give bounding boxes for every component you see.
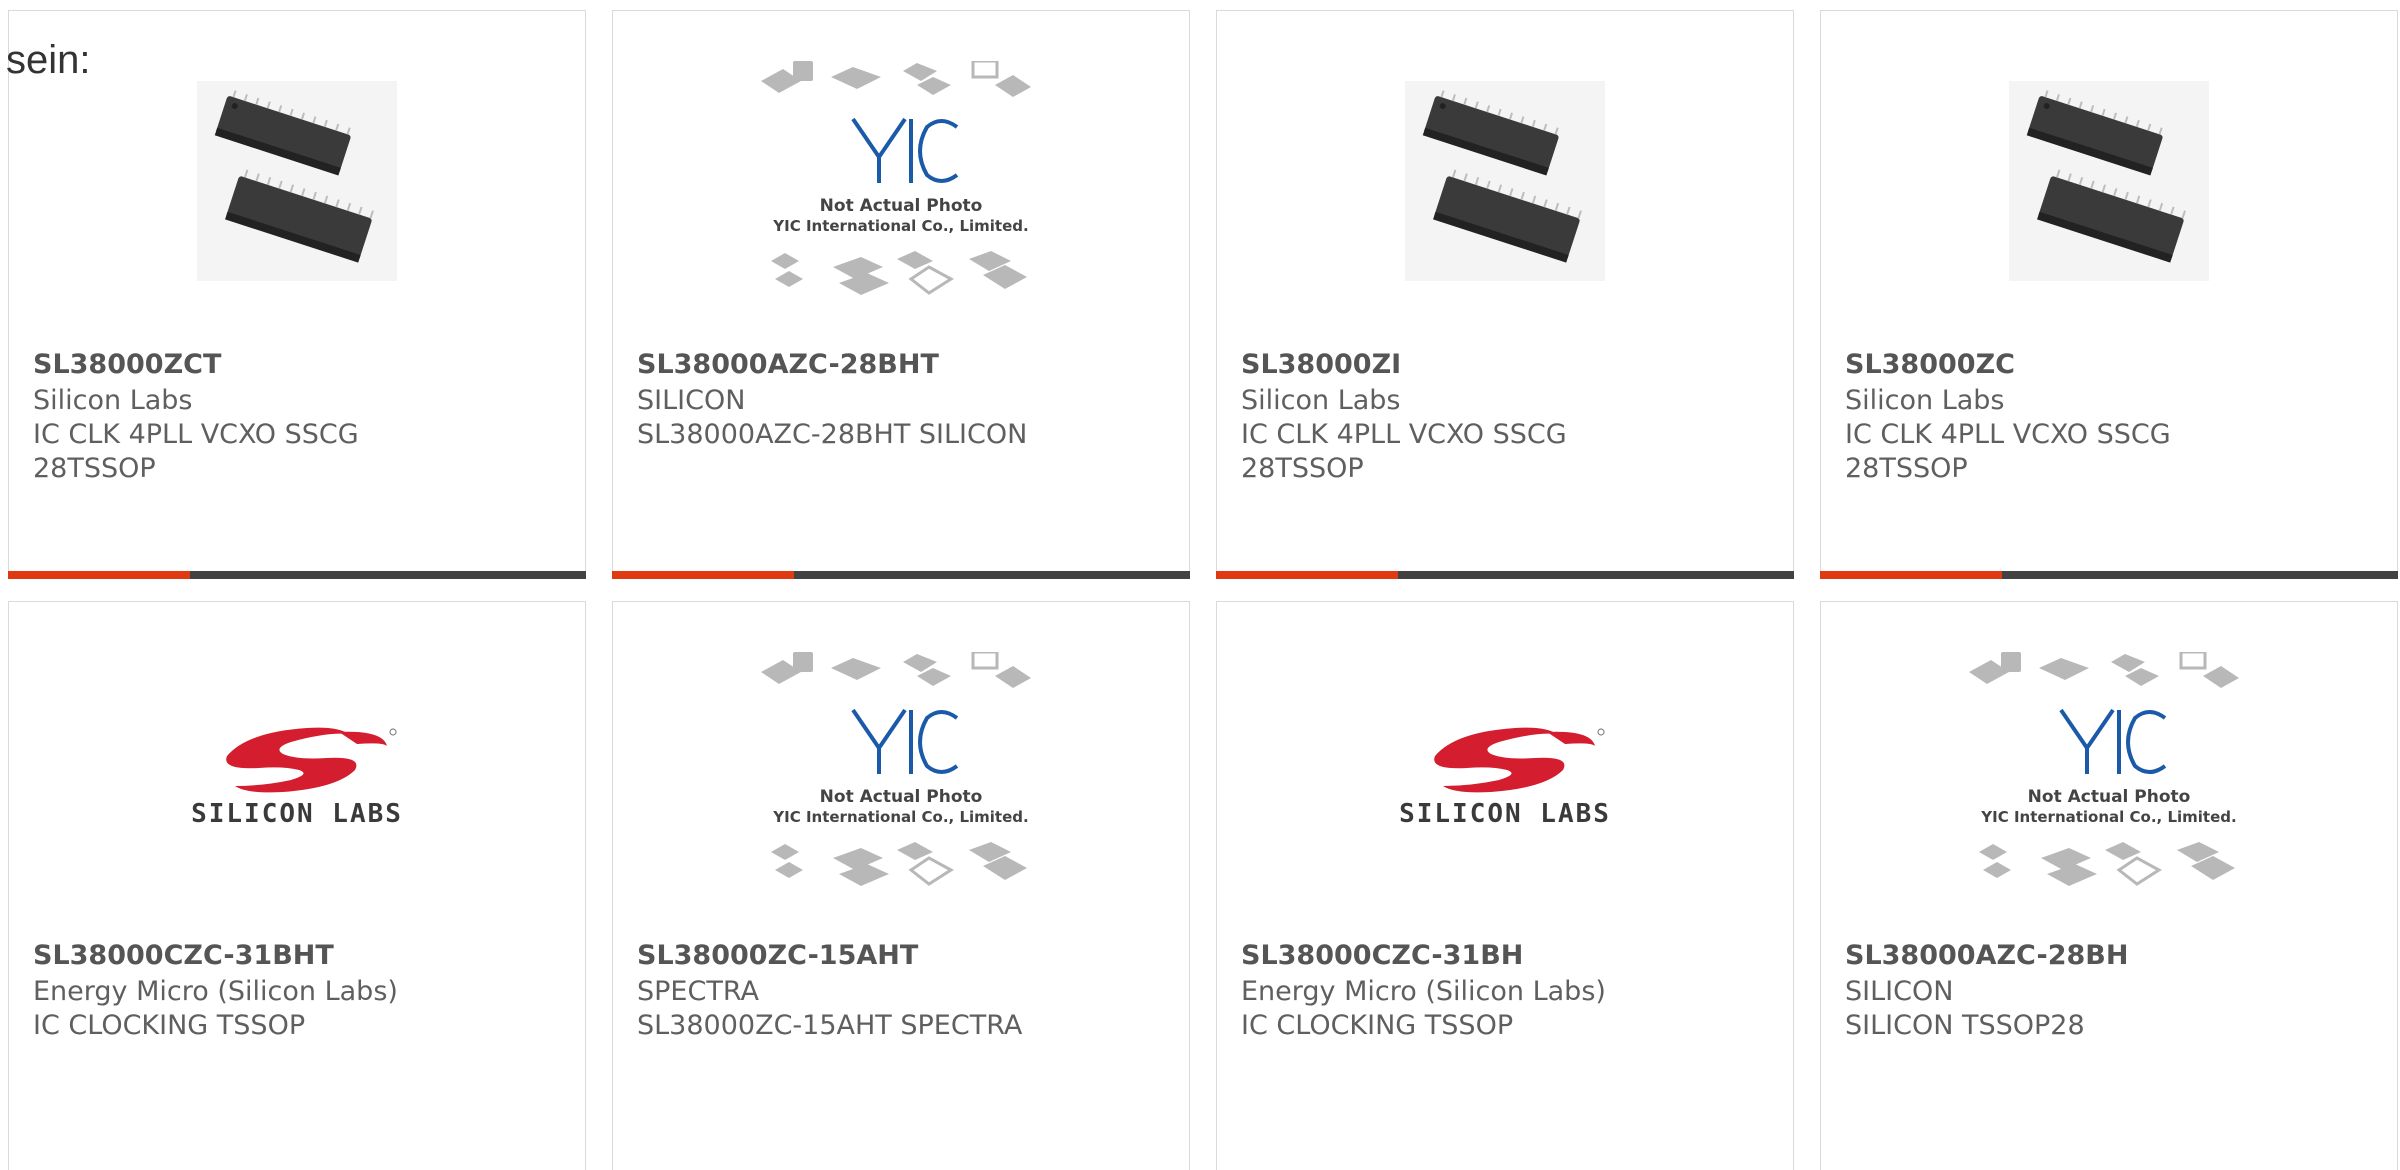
yic-text-1: Not Actual Photo [2028,787,2191,807]
yic-text-2: YIC International Co., Limited. [1980,808,2236,826]
yic-placeholder-icon: Not Actual Photo YIC International Co., … [761,61,1031,295]
product-info: SL38000CZC-31BH Energy Micro (Silicon La… [1241,940,1773,1043]
silicon-labs-text: SILICON LABS [191,799,403,829]
product-card[interactable]: SL38000ZI Silicon Labs IC CLK 4PLL VCXO … [1216,10,1794,579]
product-card[interactable]: Not Actual Photo YIC International Co., … [612,10,1190,579]
product-card[interactable]: SL38000ZCT Silicon Labs IC CLK 4PLL VCXO… [8,10,586,579]
manufacturer: Silicon Labs [1845,385,2005,416]
product-card[interactable]: SILICON LABS SL38000CZC-31BHT Energy Mic… [8,601,586,1170]
product-image[interactable]: SILICON LABS [1217,662,1793,882]
chip-photo-icon [2009,81,2209,281]
description-line-2: 28TSSOP [1845,453,1968,484]
yic-placeholder-icon: Not Actual Photo YIC International Co., … [1969,652,2239,886]
product-image[interactable]: Not Actual Photo YIC International Co., … [613,652,1189,886]
yic-placeholder-icon: Not Actual Photo YIC International Co., … [761,652,1031,886]
product-grid: SL38000ZCT Silicon Labs IC CLK 4PLL VCXO… [8,10,2398,1170]
description: IC CLK 4PLL VCXO SSCG [1241,419,1567,450]
product-info: SL38000ZCT Silicon Labs IC CLK 4PLL VCXO… [33,349,565,486]
product-image[interactable] [1217,71,1793,291]
product-card[interactable]: Not Actual Photo YIC International Co., … [612,601,1190,1170]
product-image[interactable]: SILICON LABS [9,662,585,882]
yic-text-2: YIC International Co., Limited. [772,808,1028,826]
product-image[interactable]: Not Actual Photo YIC International Co., … [613,61,1189,295]
silicon-labs-logo-icon: SILICON LABS [1399,727,1611,829]
manufacturer: Silicon Labs [33,385,193,416]
card-accent-bar [1820,571,2398,579]
product-image[interactable] [1821,71,2397,291]
part-number-link[interactable]: SL38000CZC-31BH [1241,940,1773,971]
manufacturer: Energy Micro (Silicon Labs) [33,976,398,1007]
silicon-labs-logo-icon: SILICON LABS [191,727,403,829]
product-info: SL38000ZI Silicon Labs IC CLK 4PLL VCXO … [1241,349,1773,486]
description: IC CLK 4PLL VCXO SSCG [1845,419,2171,450]
silicon-labs-text: SILICON LABS [1399,799,1611,829]
description-line-2: 28TSSOP [33,453,156,484]
product-info: SL38000CZC-31BHT Energy Micro (Silicon L… [33,940,565,1043]
product-info: SL38000ZC Silicon Labs IC CLK 4PLL VCXO … [1845,349,2377,486]
description: IC CLOCKING TSSOP [1241,1010,1514,1041]
manufacturer: SPECTRA [637,976,759,1007]
part-number-link[interactable]: SL38000AZC-28BH [1845,940,2377,971]
product-card[interactable]: SL38000ZC Silicon Labs IC CLK 4PLL VCXO … [1820,10,2398,579]
yic-text-2: YIC International Co., Limited. [772,217,1028,235]
description: SL38000ZC-15AHT SPECTRA [637,1010,1023,1041]
part-number-link[interactable]: SL38000ZI [1241,349,1773,380]
manufacturer: SILICON [637,385,746,416]
manufacturer: Energy Micro (Silicon Labs) [1241,976,1606,1007]
product-image[interactable]: Not Actual Photo YIC International Co., … [1821,652,2397,886]
yic-text-1: Not Actual Photo [820,787,983,807]
manufacturer: Silicon Labs [1241,385,1401,416]
product-card[interactable]: SILICON LABS SL38000CZC-31BH Energy Micr… [1216,601,1794,1170]
part-number-link[interactable]: SL38000CZC-31BHT [33,940,565,971]
part-number-link[interactable]: SL38000ZCT [33,349,565,380]
card-accent-bar [612,571,1190,579]
card-accent-bar [8,571,586,579]
chip-photo-icon [1405,81,1605,281]
manufacturer: SILICON [1845,976,1954,1007]
part-number-link[interactable]: SL38000ZC [1845,349,2377,380]
part-number-link[interactable]: SL38000AZC-28BHT [637,349,1169,380]
card-accent-bar [1216,571,1794,579]
product-card[interactable]: Not Actual Photo YIC International Co., … [1820,601,2398,1170]
yic-text-1: Not Actual Photo [820,196,983,216]
description: IC CLK 4PLL VCXO SSCG [33,419,359,450]
product-info: SL38000ZC-15AHT SPECTRA SL38000ZC-15AHT … [637,940,1169,1043]
description: IC CLOCKING TSSOP [33,1010,306,1041]
product-info: SL38000AZC-28BH SILICON SILICON TSSOP28 [1845,940,2377,1043]
part-number-link[interactable]: SL38000ZC-15AHT [637,940,1169,971]
description-line-2: 28TSSOP [1241,453,1364,484]
chip-photo-icon [197,81,397,281]
description: SL38000AZC-28BHT SILICON [637,419,1028,450]
description: SILICON TSSOP28 [1845,1010,2085,1041]
product-info: SL38000AZC-28BHT SILICON SL38000AZC-28BH… [637,349,1169,452]
partial-heading-text: sein: [6,38,91,82]
product-image[interactable] [9,71,585,291]
